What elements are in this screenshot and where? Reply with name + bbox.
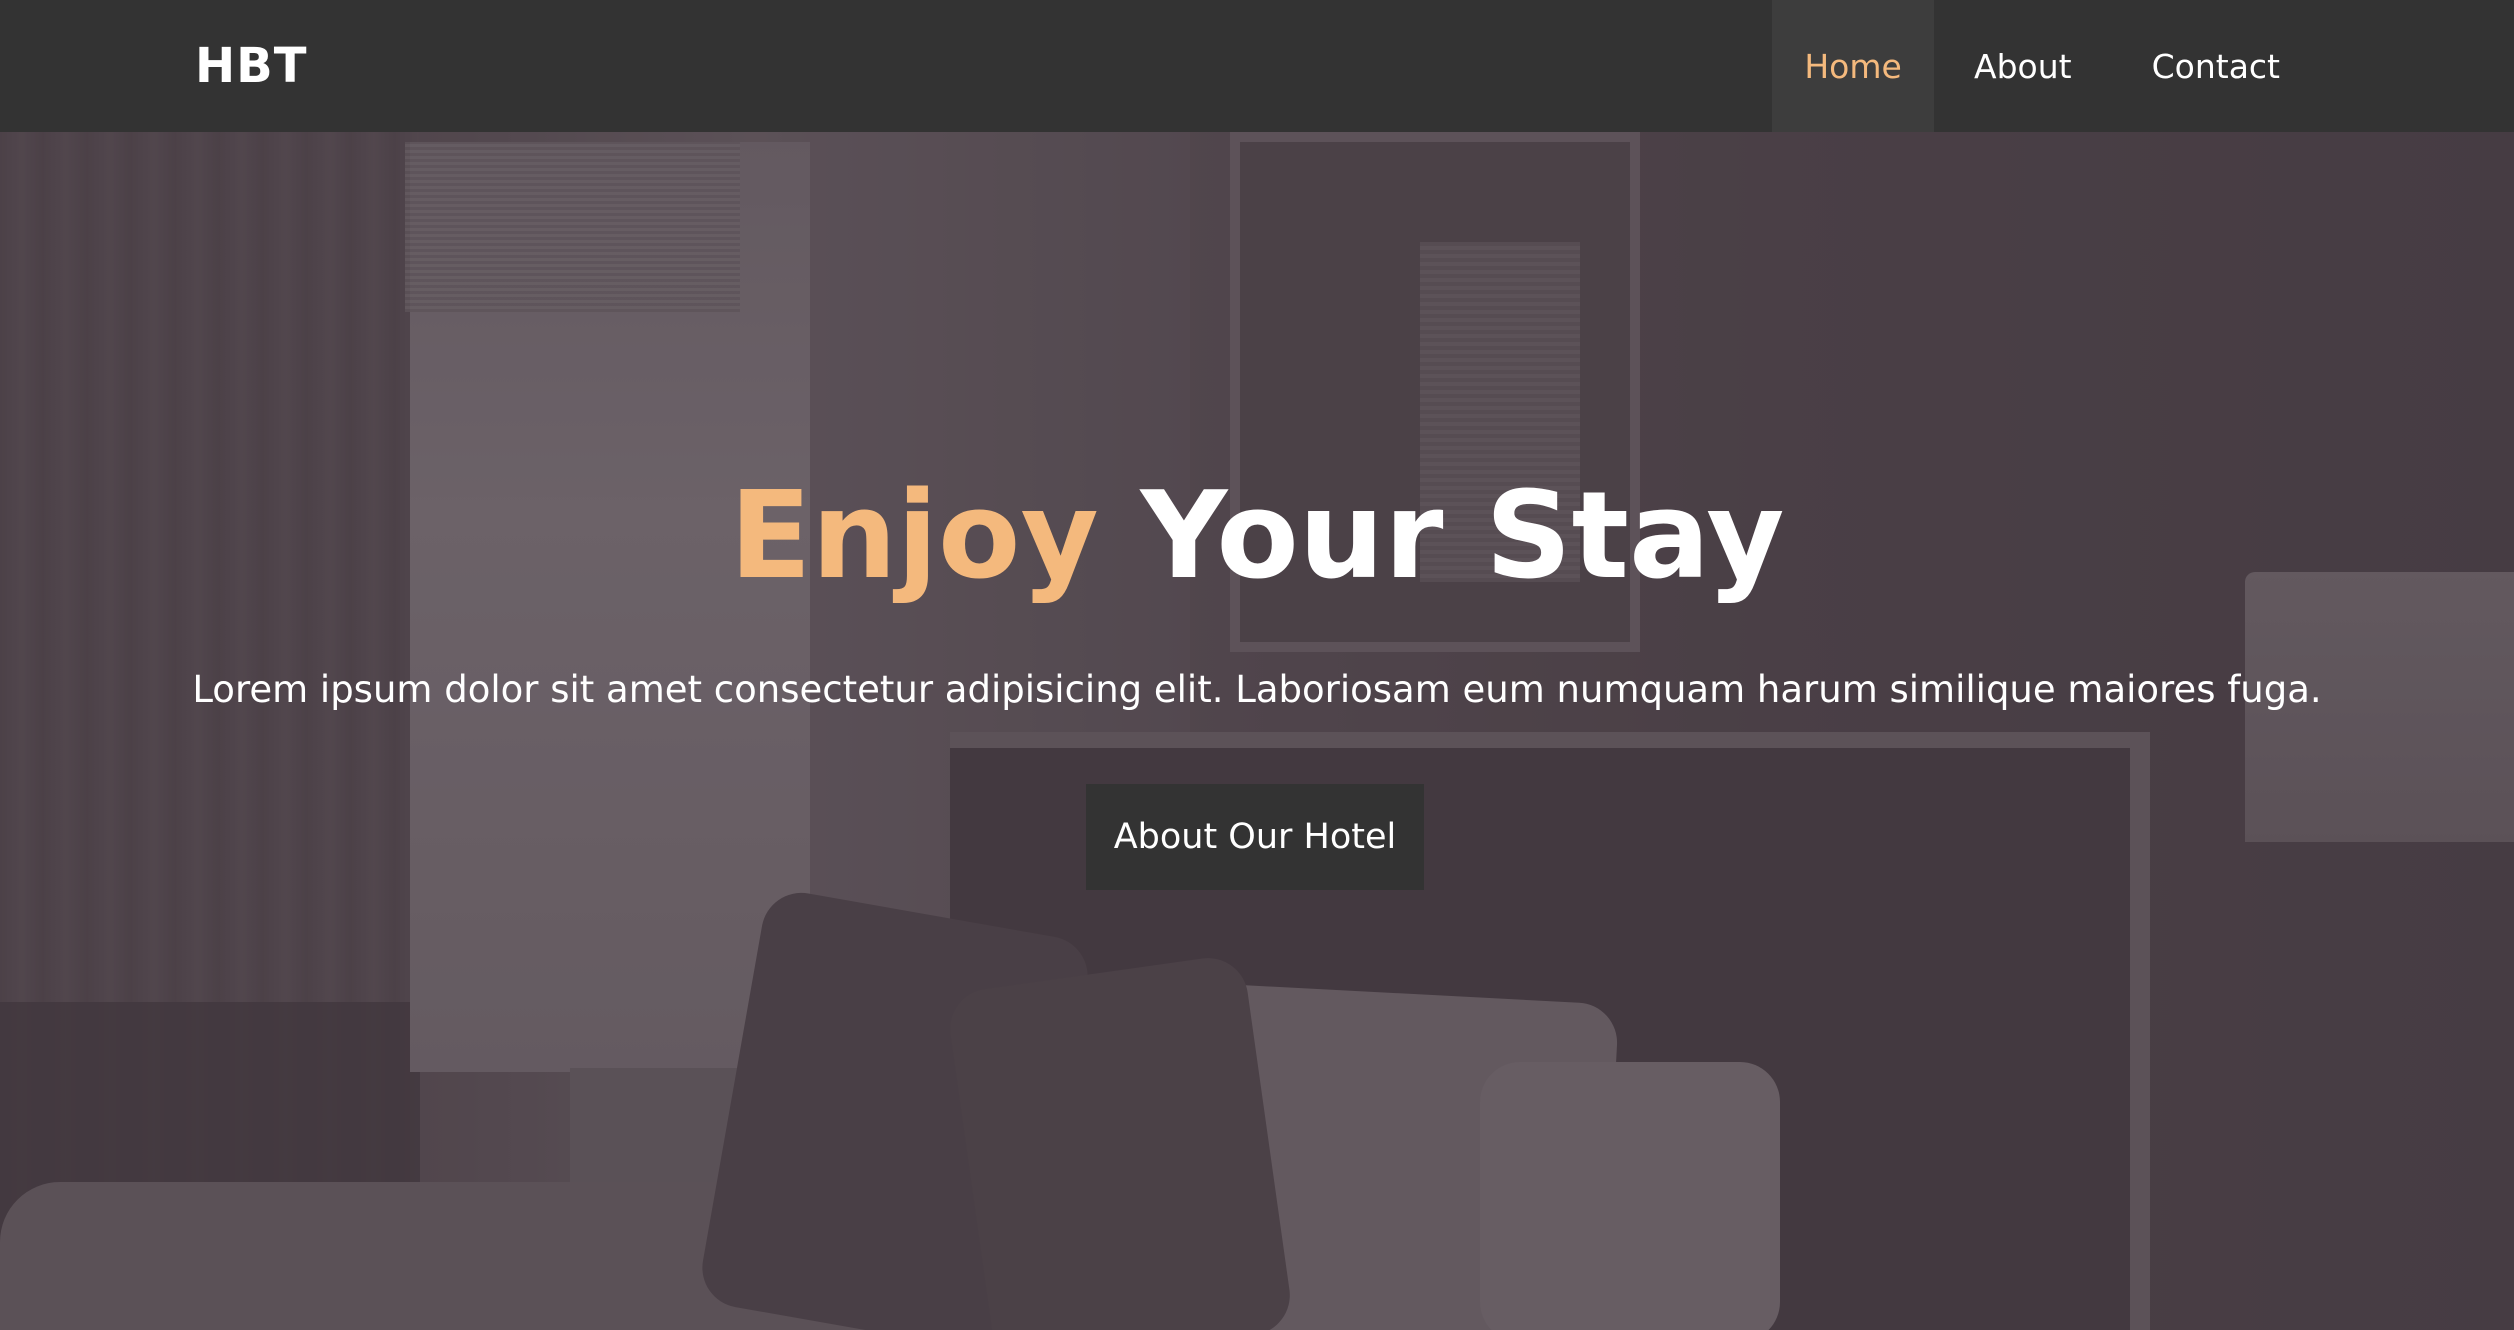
nav-link-about[interactable]: About [1934, 0, 2112, 132]
nav-links: Home About Contact [1772, 0, 2320, 132]
hero-title: Enjoy Your Stay [0, 477, 2514, 597]
hero-content: Enjoy Your Stay Lorem ipsum dolor sit am… [0, 132, 2514, 1330]
hero-title-rest: Your Stay [1140, 467, 1785, 606]
brand-logo[interactable]: HBT [195, 0, 308, 132]
about-hotel-button[interactable]: About Our Hotel [1086, 784, 1424, 890]
hero-title-accent: Enjoy [729, 467, 1099, 606]
nav-link-contact[interactable]: Contact [2112, 0, 2320, 132]
hero-section: Enjoy Your Stay Lorem ipsum dolor sit am… [0, 132, 2514, 1330]
nav-link-home[interactable]: Home [1772, 0, 1935, 132]
navbar: HBT Home About Contact [0, 0, 2514, 132]
hero-subtitle: Lorem ipsum dolor sit amet consectetur a… [192, 668, 2322, 711]
